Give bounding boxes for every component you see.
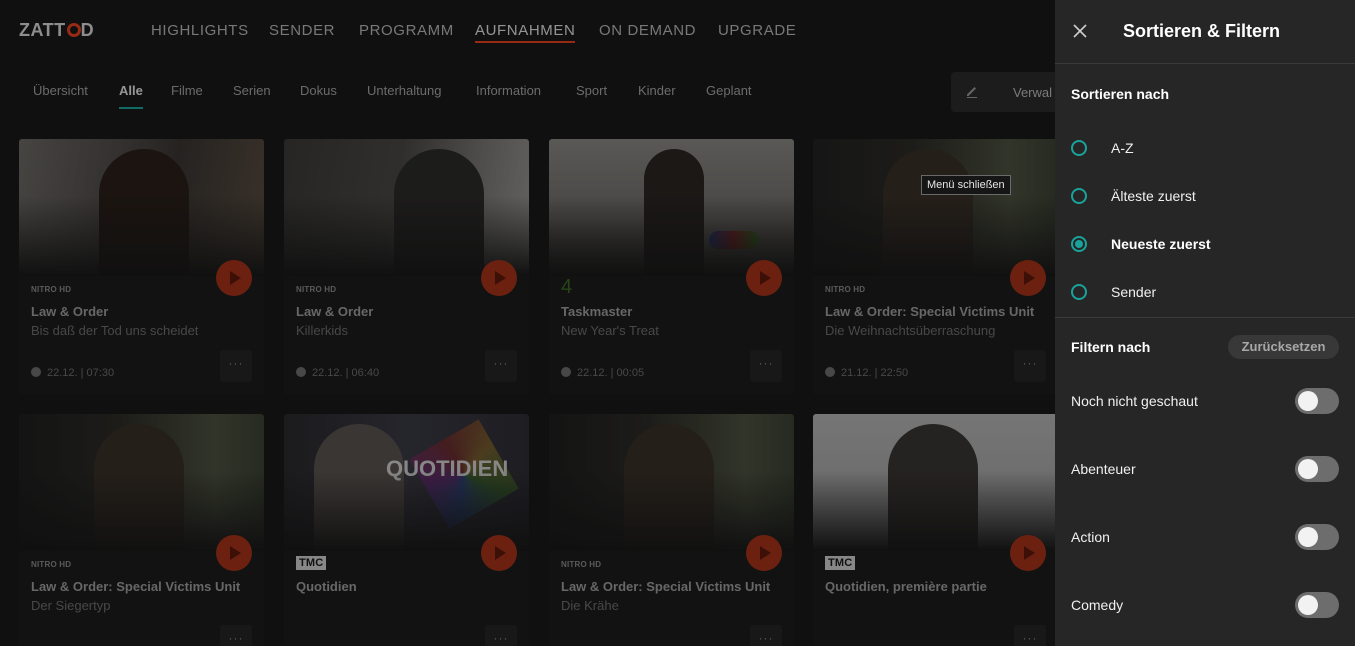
- toggle-knob: [1298, 527, 1318, 547]
- sort-filter-panel: Sortieren & Filtern Sortieren nach A-Z Ä…: [1055, 0, 1355, 646]
- dim-overlay[interactable]: [0, 0, 1055, 646]
- filter-action: Action: [1071, 524, 1339, 552]
- panel-header: Sortieren & Filtern: [1055, 0, 1355, 64]
- filter-abenteuer: Abenteuer: [1071, 456, 1339, 484]
- reset-button[interactable]: Zurücksetzen: [1228, 335, 1339, 359]
- sort-option-label: Neueste zuerst: [1111, 236, 1211, 252]
- filter-label: Comedy: [1071, 597, 1124, 613]
- radio-button[interactable]: [1071, 284, 1087, 300]
- radio-button-selected[interactable]: [1071, 236, 1087, 252]
- radio-button[interactable]: [1071, 188, 1087, 204]
- sort-section-title: Sortieren nach: [1071, 86, 1170, 102]
- sort-option-label: A-Z: [1111, 140, 1134, 156]
- close-icon[interactable]: [1071, 22, 1089, 40]
- filter-section-title: Filtern nach: [1071, 339, 1151, 355]
- section-divider: [1055, 317, 1355, 318]
- toggle-knob: [1298, 391, 1318, 411]
- panel-title: Sortieren & Filtern: [1123, 21, 1281, 41]
- filter-comedy: Comedy: [1071, 592, 1339, 620]
- toggle-switch[interactable]: [1295, 388, 1339, 414]
- sort-option-label: Älteste zuerst: [1111, 188, 1196, 204]
- sort-option-label: Sender: [1111, 284, 1157, 300]
- toggle-switch[interactable]: [1295, 524, 1339, 550]
- sort-option-newest[interactable]: Neueste zuerst: [1071, 232, 1339, 256]
- radio-button[interactable]: [1071, 140, 1087, 156]
- filter-label: Noch nicht geschaut: [1071, 393, 1198, 409]
- toggle-switch[interactable]: [1295, 456, 1339, 482]
- filter-label: Action: [1071, 529, 1110, 545]
- filter-label: Abenteuer: [1071, 461, 1136, 477]
- filter-not-watched: Noch nicht geschaut: [1071, 388, 1339, 416]
- sort-option-channel[interactable]: Sender: [1071, 280, 1339, 304]
- toggle-knob: [1298, 459, 1318, 479]
- sort-option-a-z[interactable]: A-Z: [1071, 136, 1339, 160]
- close-menu-tooltip: Menü schließen: [921, 175, 1011, 195]
- toggle-switch[interactable]: [1295, 592, 1339, 618]
- toggle-knob: [1298, 595, 1318, 615]
- sort-option-oldest[interactable]: Älteste zuerst: [1071, 184, 1339, 208]
